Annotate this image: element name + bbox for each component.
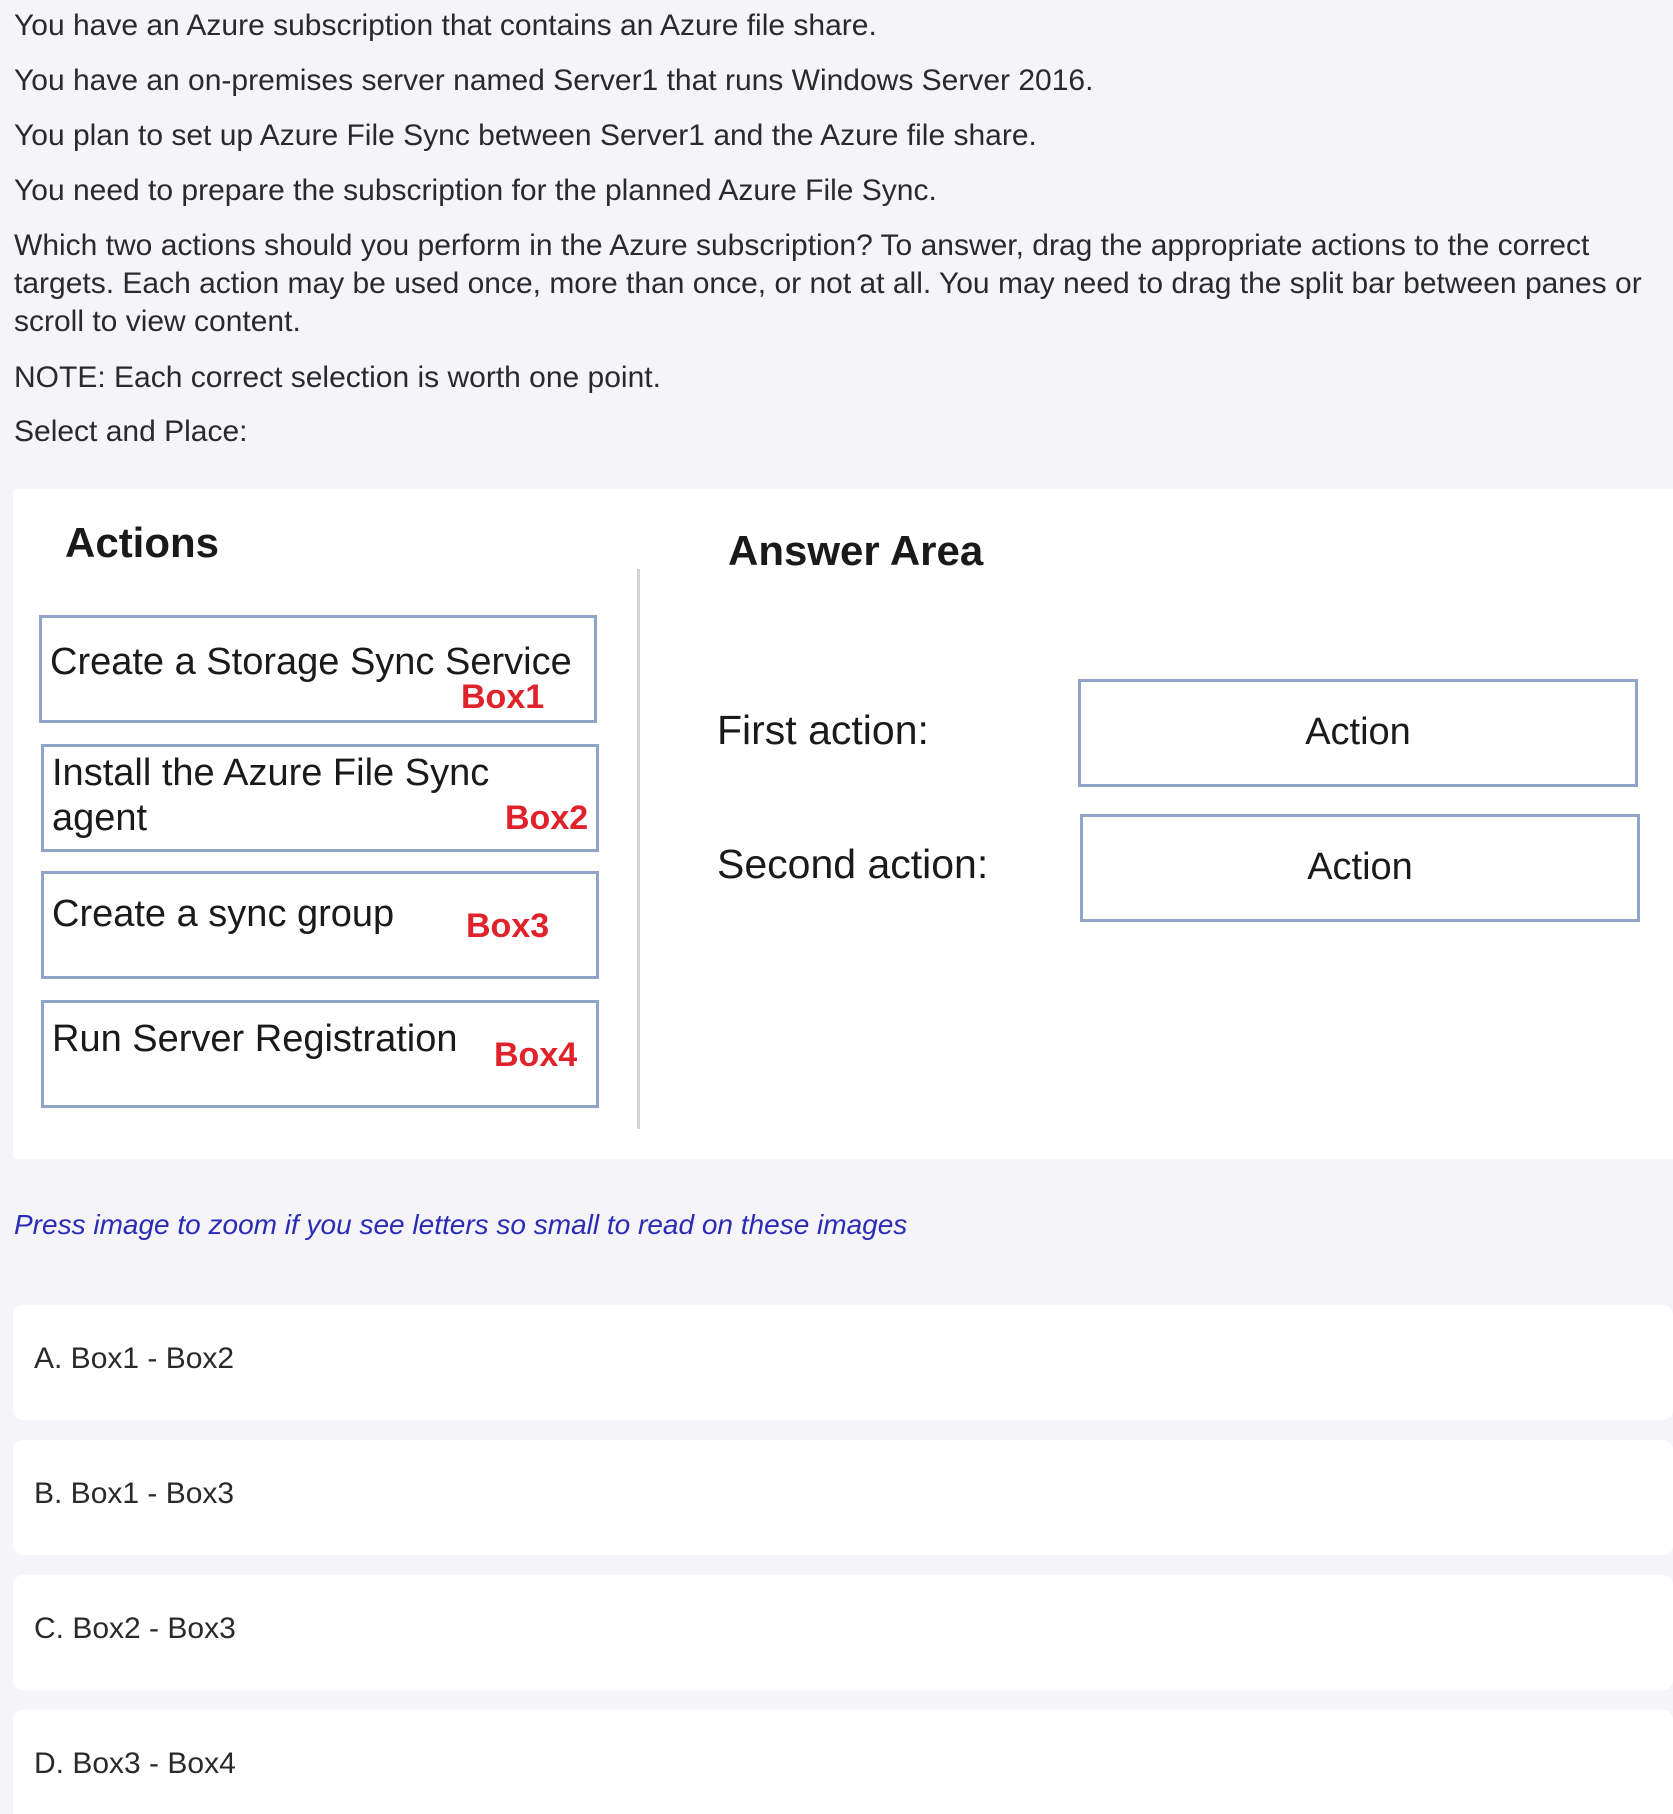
option-label: A. Box1 - Box2 [34, 1342, 235, 1375]
split-bar [637, 569, 640, 1129]
box-tag: Box3 [466, 907, 550, 945]
question-line-1: You have an Azure subscription that cont… [14, 9, 877, 42]
question-line-3: You plan to set up Azure File Sync betwe… [14, 119, 1037, 152]
action-text: Run Server Registration [52, 1018, 458, 1060]
actions-heading: Actions [65, 519, 220, 566]
exhibit-image[interactable]: Actions Answer Area Create a Storage Syn… [13, 489, 1673, 1159]
second-action-label: Second action: [717, 841, 989, 887]
answer-area-heading: Answer Area [728, 527, 984, 574]
box-tag: Box4 [494, 1036, 578, 1074]
action-box-1: Create a Storage Sync Service Box1 [39, 615, 597, 723]
action-text: Create a sync group [52, 893, 395, 935]
zoom-hint: Press image to zoom if you see letters s… [14, 1209, 908, 1240]
question-instructions: Which two actions should you perform in … [14, 229, 1642, 338]
option-label: B. Box1 - Box3 [34, 1477, 235, 1510]
action-text: Install the Azure File Sync agent [52, 752, 490, 839]
box-tag: Box1 [461, 678, 545, 716]
answer-option-b[interactable]: B. Box1 - Box3 [13, 1440, 1673, 1555]
question-line-2: You have an on-premises server named Ser… [14, 64, 1094, 97]
box-tag: Box2 [505, 799, 589, 837]
answer-option-c[interactable]: C. Box2 - Box3 [13, 1575, 1673, 1690]
answer-option-d[interactable]: D. Box3 - Box4 [13, 1710, 1673, 1814]
select-and-place-label: Select and Place: [14, 415, 248, 448]
option-label: D. Box3 - Box4 [34, 1747, 236, 1780]
question-note: NOTE: Each correct selection is worth on… [14, 361, 661, 394]
option-label: C. Box2 - Box3 [34, 1612, 236, 1645]
action-box-2: Install the Azure File Sync agent Box2 [41, 744, 599, 852]
first-action-target: Action [1078, 679, 1638, 787]
question-page: You have an Azure subscription that cont… [0, 0, 1673, 1814]
action-box-4: Run Server Registration Box4 [41, 1000, 599, 1108]
action-box-3: Create a sync group Box3 [41, 871, 599, 979]
question-line-4: You need to prepare the subscription for… [14, 174, 937, 207]
second-action-target: Action [1080, 814, 1640, 922]
first-action-label: First action: [717, 707, 929, 753]
answer-option-a[interactable]: A. Box1 - Box2 [13, 1305, 1673, 1420]
